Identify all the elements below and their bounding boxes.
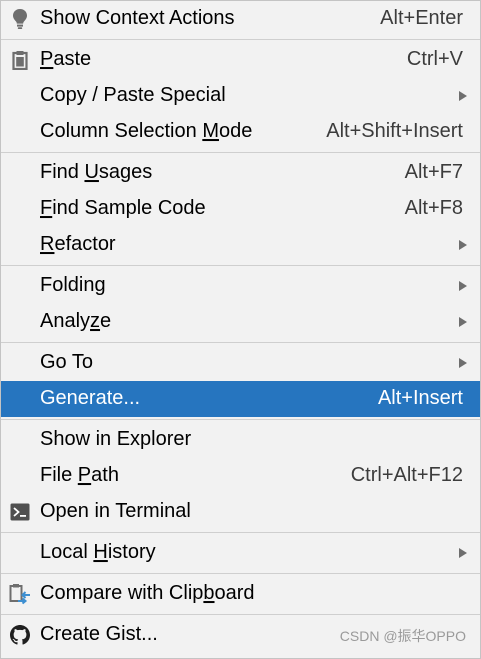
submenu-arrow-icon (459, 240, 467, 250)
compare-clipboard-icon (9, 583, 31, 605)
lightbulb-icon (9, 8, 31, 30)
menu-item-shortcut: Alt+F7 (404, 161, 463, 184)
menu-item-label: Go To (40, 351, 93, 374)
menu-item-label: Create Gist... (40, 623, 158, 646)
menu-item-shortcut: Alt+Enter (380, 7, 463, 30)
menu-item-create-gist[interactable]: Create Gist... CSDN @振华OPPO (1, 617, 480, 653)
menu-item-label: File Path (40, 464, 119, 487)
submenu-arrow-icon (459, 281, 467, 291)
menu-item-folding[interactable]: Folding (1, 268, 480, 304)
menu-item-refactor[interactable]: Refactor (1, 227, 480, 263)
menu-item-label: Find Sample Code (40, 197, 206, 220)
menu-item-label: Find Usages (40, 161, 153, 184)
watermark: CSDN @振华OPPO (339, 628, 466, 644)
separator (1, 573, 480, 574)
terminal-icon (9, 501, 31, 523)
submenu-arrow-icon (459, 358, 467, 368)
menu-item-label: Show Context Actions (40, 7, 235, 30)
menu-item-find-sample-code[interactable]: Find Sample Code Alt+F8 (1, 191, 480, 227)
menu-item-label: Refactor (40, 233, 116, 256)
menu-item-show-context-actions[interactable]: Show Context Actions Alt+Enter (1, 1, 480, 37)
menu-item-open-in-terminal[interactable]: Open in Terminal (1, 494, 480, 530)
github-icon (9, 624, 31, 646)
submenu-arrow-icon (459, 91, 467, 101)
menu-item-label: Show in Explorer (40, 428, 192, 451)
menu-item-local-history[interactable]: Local History (1, 535, 480, 571)
menu-item-shortcut: Ctrl+Alt+F12 (350, 464, 463, 487)
separator (1, 532, 480, 533)
separator (1, 152, 480, 153)
menu-item-label: Paste (40, 48, 92, 71)
menu-item-show-in-explorer[interactable]: Show in Explorer (1, 422, 480, 458)
menu-item-go-to[interactable]: Go To (1, 345, 480, 381)
menu-item-file-path[interactable]: File Path Ctrl+Alt+F12 (1, 458, 480, 494)
submenu-arrow-icon (459, 548, 467, 558)
menu-item-shortcut: Alt+Insert (377, 387, 463, 410)
clipboard-icon (9, 49, 31, 71)
menu-item-label: Generate... (40, 387, 141, 410)
separator (1, 614, 480, 615)
submenu-arrow-icon (459, 317, 467, 327)
menu-item-column-selection-mode[interactable]: Column Selection Mode Alt+Shift+Insert (1, 114, 480, 150)
context-menu: Show Context Actions Alt+Enter Paste Ctr… (0, 0, 481, 659)
menu-item-shortcut: Ctrl+V (406, 48, 463, 71)
separator (1, 265, 480, 266)
menu-item-label: Local History (40, 541, 156, 564)
menu-item-compare-with-clipboard[interactable]: Compare with Clipboard (1, 576, 480, 612)
separator (1, 419, 480, 420)
menu-item-label: Analyze (40, 310, 112, 333)
separator (1, 342, 480, 343)
menu-item-shortcut: Alt+Shift+Insert (326, 120, 463, 143)
menu-item-label: Folding (40, 274, 106, 297)
menu-item-label: Column Selection Mode (40, 120, 253, 143)
menu-item-generate[interactable]: Generate... Alt+Insert (1, 381, 480, 417)
menu-item-shortcut: Alt+F8 (404, 197, 463, 220)
menu-item-label: Compare with Clipboard (40, 582, 255, 605)
menu-item-label: Copy / Paste Special (40, 84, 226, 107)
separator (1, 39, 480, 40)
menu-item-analyze[interactable]: Analyze (1, 304, 480, 340)
menu-item-paste[interactable]: Paste Ctrl+V (1, 42, 480, 78)
menu-item-label: Open in Terminal (40, 500, 191, 523)
menu-item-copy-paste-special[interactable]: Copy / Paste Special (1, 78, 480, 114)
menu-item-find-usages[interactable]: Find Usages Alt+F7 (1, 155, 480, 191)
